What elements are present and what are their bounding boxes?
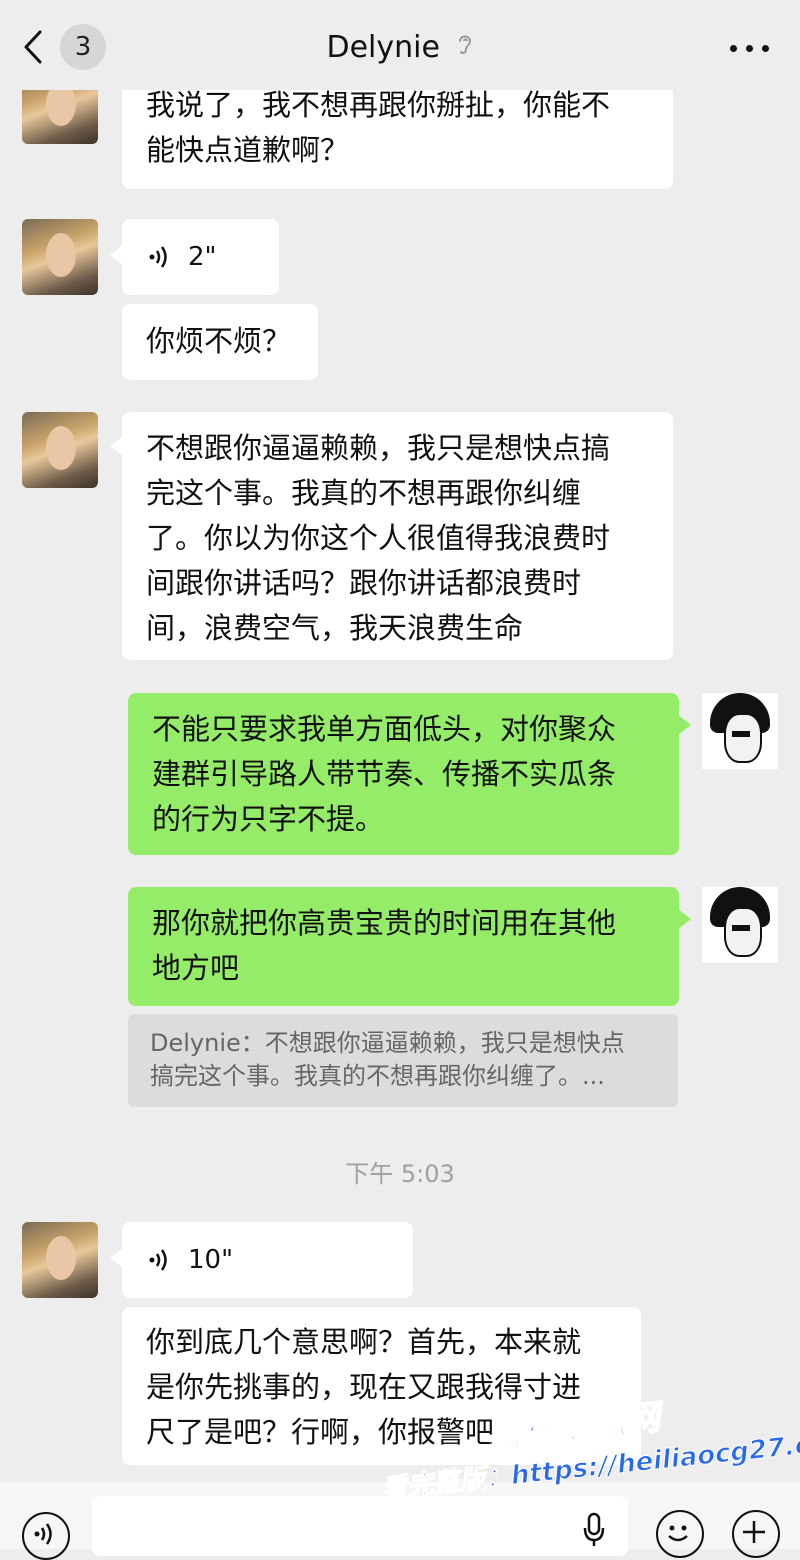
sent-message-bubble[interactable]: 那你就把你高贵宝贵的时间用在其他 地方吧 <box>128 887 691 1006</box>
contact-avatar[interactable] <box>22 219 98 295</box>
chat-header: 3 Delynie <box>0 0 800 90</box>
voice-message[interactable]: 2" <box>110 219 279 295</box>
contact-avatar[interactable] <box>22 412 98 488</box>
message-line: 不能只要求我单方面低头，对你聚众 <box>152 712 617 746</box>
voice-input-button[interactable] <box>22 1512 70 1560</box>
self-avatar[interactable] <box>702 693 778 769</box>
message-line: 那你就把你高贵宝贵的时间用在其他 <box>152 906 617 940</box>
plus-icon <box>743 1521 765 1543</box>
more-actions-button[interactable] <box>732 1510 780 1558</box>
quoted-message[interactable]: Delynie：不想跟你逼逼赖赖，我只是想快点 搞完这个事。我真的不想再跟你纠缠… <box>128 1014 678 1107</box>
dot-icon <box>746 45 753 52</box>
message-line: 完这个事。我真的不想再跟你纠缠 <box>146 476 582 510</box>
voice-icon <box>34 1523 52 1545</box>
quote-line: Delynie：不想跟你逼逼赖赖，我只是想快点 <box>150 1029 625 1057</box>
voice-duration: 2" <box>188 242 217 272</box>
message-bubble[interactable]: 我说了，我不想再跟你掰扯，你能不 能快点道歉啊？ <box>122 80 673 189</box>
message-line: 地方吧 <box>152 951 240 985</box>
message-line: 间，浪费空气，我天浪费生命 <box>146 611 524 645</box>
quote-line: 搞完这个事。我真的不想再跟你纠缠了。... <box>150 1062 605 1090</box>
message-line: 建群引导路人带节奏、传播不实瓜条 <box>152 757 617 791</box>
contact-name: Delynie <box>326 30 440 65</box>
contact-avatar[interactable] <box>22 1222 98 1298</box>
message-line: 间跟你讲话吗？跟你讲话都浪费时 <box>146 566 582 600</box>
self-avatar[interactable] <box>702 887 778 963</box>
message-line: 不想跟你逼逼赖赖，我只是想快点搞 <box>146 431 611 465</box>
voice-message[interactable]: 10" <box>110 1222 413 1298</box>
dot-icon <box>730 45 737 52</box>
earpiece-mode-icon <box>456 29 474 69</box>
message-line: 能快点道歉啊？ <box>146 133 350 167</box>
voice-duration: 10" <box>188 1245 234 1275</box>
message-line: 你到底几个意思啊？首先，本来就 <box>146 1325 582 1359</box>
message-bubble[interactable]: 不想跟你逼逼赖赖，我只是想快点搞 完这个事。我真的不想再跟你纠缠 了。你以为你这… <box>110 412 673 660</box>
sent-message-bubble[interactable]: 不能只要求我单方面低头，对你聚众 建群引导路人带节奏、传播不实瓜条 的行为只字不… <box>128 693 691 855</box>
message-line: 了。你以为你这个人很值得我浪费时 <box>146 521 611 555</box>
more-options-button[interactable] <box>730 28 770 68</box>
message-line: 的行为只字不提。 <box>152 802 385 836</box>
message-timestamp: 下午 5:03 <box>345 1160 455 1188</box>
voice-wave-icon <box>149 246 167 268</box>
message-line: 你烦不烦？ <box>146 324 292 358</box>
message-bubble[interactable]: 你烦不烦？ <box>122 304 318 380</box>
dot-icon <box>762 45 769 52</box>
voice-wave-icon <box>149 1249 167 1271</box>
chat-title: Delynie <box>0 28 800 69</box>
